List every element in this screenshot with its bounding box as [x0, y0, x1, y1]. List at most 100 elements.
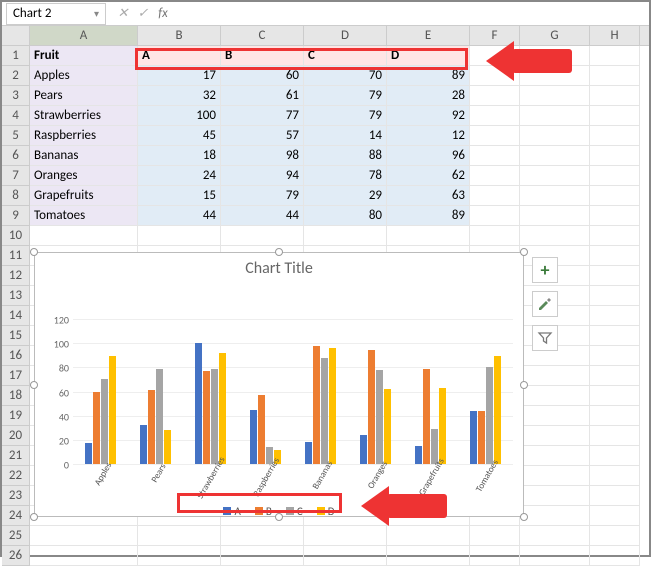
cell[interactable]: Apples — [30, 66, 138, 86]
bar[interactable] — [219, 353, 226, 464]
cell[interactable] — [221, 526, 304, 546]
bar[interactable] — [329, 348, 336, 464]
fx-icon[interactable]: fx — [154, 6, 172, 21]
cell[interactable] — [590, 226, 640, 246]
row-header[interactable]: 23 — [2, 486, 30, 506]
bar[interactable] — [250, 410, 257, 464]
cell[interactable]: 100 — [138, 106, 221, 126]
bar[interactable] — [376, 370, 383, 464]
cell[interactable] — [520, 426, 590, 446]
cell[interactable] — [520, 206, 590, 226]
cell[interactable] — [590, 166, 640, 186]
cell[interactable] — [590, 426, 640, 446]
cell[interactable]: 32 — [138, 86, 221, 106]
chart-title[interactable]: Chart Title — [35, 253, 523, 280]
cell[interactable] — [590, 266, 640, 286]
cell[interactable] — [590, 446, 640, 466]
cell[interactable] — [520, 106, 590, 126]
bar[interactable] — [258, 395, 265, 464]
cell[interactable] — [221, 546, 304, 566]
name-box[interactable]: Chart 2 ▾ — [6, 3, 106, 25]
cell[interactable] — [304, 546, 387, 566]
cell[interactable] — [590, 406, 640, 426]
row-header[interactable]: 12 — [2, 266, 30, 286]
cell[interactable]: Grapefruits — [30, 186, 138, 206]
cell[interactable] — [590, 86, 640, 106]
cell[interactable] — [520, 226, 590, 246]
cell[interactable] — [138, 526, 221, 546]
cell[interactable] — [470, 166, 520, 186]
cell[interactable] — [520, 546, 590, 566]
cell[interactable] — [520, 506, 590, 526]
row-header[interactable]: 25 — [2, 526, 30, 546]
select-all-corner[interactable] — [2, 26, 30, 45]
cell[interactable]: 98 — [221, 146, 304, 166]
bar[interactable] — [360, 435, 367, 464]
cell[interactable] — [520, 526, 590, 546]
column-header-B[interactable]: B — [138, 26, 221, 45]
row-header[interactable]: 19 — [2, 406, 30, 426]
cell[interactable] — [590, 286, 640, 306]
row-header[interactable]: 10 — [2, 226, 30, 246]
row-header[interactable]: 7 — [2, 166, 30, 186]
cell[interactable] — [590, 486, 640, 506]
bar[interactable] — [313, 346, 320, 464]
bar[interactable] — [164, 430, 171, 464]
bar[interactable] — [470, 411, 477, 464]
cell[interactable] — [30, 526, 138, 546]
cell[interactable] — [520, 166, 590, 186]
row-header[interactable]: 21 — [2, 446, 30, 466]
cell[interactable]: 88 — [304, 146, 387, 166]
row-header[interactable]: 24 — [2, 506, 30, 526]
cell[interactable]: 12 — [387, 126, 470, 146]
cell[interactable]: 62 — [387, 166, 470, 186]
cell[interactable] — [470, 106, 520, 126]
row-header[interactable]: 14 — [2, 306, 30, 326]
formula-input[interactable] — [176, 2, 649, 25]
cell[interactable] — [520, 386, 590, 406]
bar[interactable] — [156, 369, 163, 464]
cell[interactable] — [387, 546, 470, 566]
bar[interactable] — [486, 367, 493, 464]
cell[interactable] — [520, 86, 590, 106]
column-header-A[interactable]: A — [30, 26, 138, 45]
bar[interactable] — [211, 369, 218, 464]
cell[interactable] — [590, 466, 640, 486]
cell[interactable]: D — [387, 46, 470, 66]
cell[interactable]: 80 — [304, 206, 387, 226]
cell[interactable] — [590, 126, 640, 146]
column-header-H[interactable]: H — [590, 26, 640, 45]
legend-item[interactable]: C — [286, 505, 303, 518]
confirm-icon[interactable]: ✓ — [134, 6, 152, 21]
row-header[interactable]: 8 — [2, 186, 30, 206]
bar[interactable] — [93, 392, 100, 465]
cell[interactable] — [520, 486, 590, 506]
cell[interactable]: 44 — [138, 206, 221, 226]
cell[interactable]: 15 — [138, 186, 221, 206]
cell[interactable] — [520, 466, 590, 486]
bar[interactable] — [415, 446, 422, 464]
cell[interactable] — [590, 186, 640, 206]
cell[interactable]: 78 — [304, 166, 387, 186]
bar[interactable] — [101, 379, 108, 464]
bar[interactable] — [439, 388, 446, 464]
cell[interactable]: Strawberries — [30, 106, 138, 126]
bar[interactable] — [321, 358, 328, 464]
cell[interactable]: 94 — [221, 166, 304, 186]
cell[interactable]: 24 — [138, 166, 221, 186]
cell[interactable] — [590, 506, 640, 526]
legend-item[interactable]: A — [223, 505, 240, 518]
row-header[interactable]: 17 — [2, 366, 30, 386]
cell[interactable] — [590, 526, 640, 546]
cell[interactable] — [590, 66, 640, 86]
cell[interactable] — [387, 526, 470, 546]
column-header-G[interactable]: G — [520, 26, 590, 45]
cell[interactable]: 45 — [138, 126, 221, 146]
row-header[interactable]: 15 — [2, 326, 30, 346]
cell[interactable] — [590, 206, 640, 226]
cell[interactable] — [520, 446, 590, 466]
cell[interactable] — [138, 546, 221, 566]
chart-object[interactable]: Chart Title 020406080100120ApplesPearsSt… — [34, 252, 524, 517]
cell[interactable]: C — [304, 46, 387, 66]
cell[interactable]: 92 — [387, 106, 470, 126]
